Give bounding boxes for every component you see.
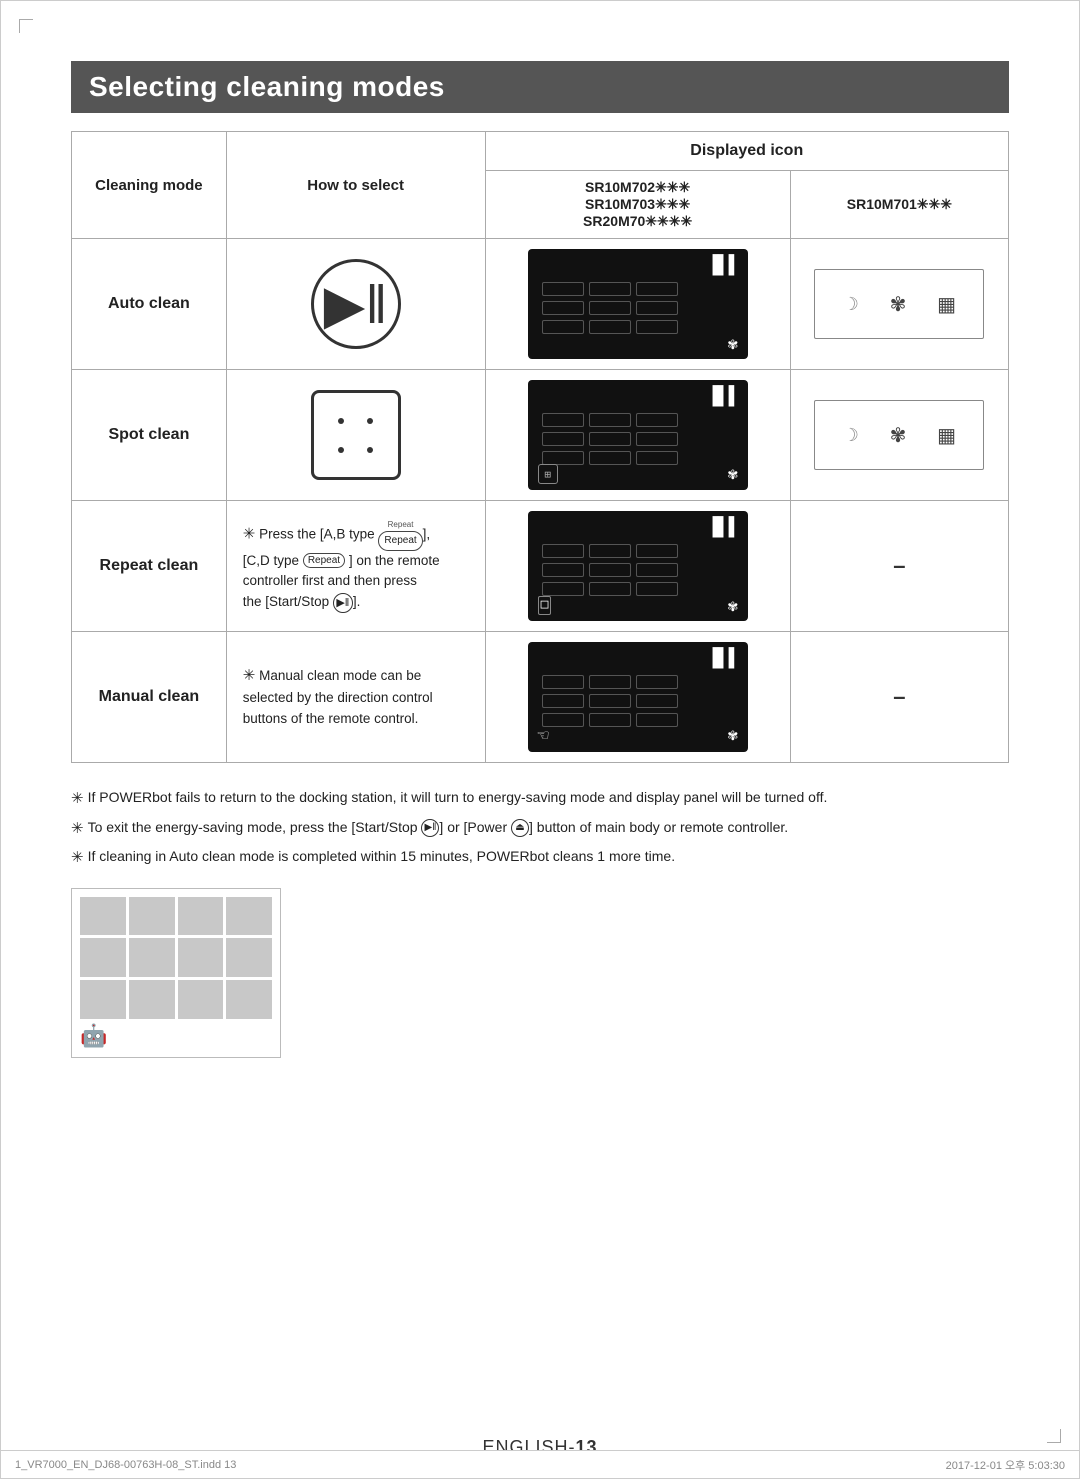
table-row-manual-clean: Manual clean ✳ Manual clean mode can be … (72, 632, 1009, 763)
table-row-spot-clean: Spot clean ▐▌▌ (72, 370, 1009, 501)
header-how-to-select: How to select (226, 132, 485, 239)
mode-manual-clean: Manual clean (72, 632, 227, 763)
lcd-spot-bottom-icon: ⊞ (538, 464, 558, 484)
mode-repeat-clean: Repeat clean (72, 501, 227, 632)
display-manual-702: ▐▌▌ (485, 632, 790, 763)
header-cleaning-mode: Cleaning mode (72, 132, 227, 239)
grid-cells (80, 897, 272, 1019)
play-pause-icon: ▶‖ (311, 259, 401, 349)
corner-mark-tl (19, 19, 33, 33)
mode-label-spot: Spot clean (108, 426, 189, 443)
how-manual-clean: ✳ Manual clean mode can be selected by t… (226, 632, 485, 763)
sr701-display-spot: ☽ ✾ ▦ (814, 400, 984, 470)
lcd-battery-icon: ▐▌▌ (707, 255, 740, 276)
mode-auto-clean: Auto clean (72, 239, 227, 370)
note-start-stop-icon: ▶‖ (421, 819, 439, 837)
start-stop-icon-repeat: ▶‖ (333, 593, 353, 613)
sr701-book-spot: ▦ (937, 423, 956, 448)
display-spot-702: ▐▌▌ (485, 370, 790, 501)
grid-robot-row: 🤖 (80, 1023, 272, 1049)
how-repeat-clean: ✳ Press the [A,B type Repeat Repeat ], [… (226, 501, 485, 632)
note-asterisk-1: ✳ (71, 788, 84, 811)
lcd-line-1 (542, 282, 678, 296)
lcd-lines-spot (542, 413, 678, 465)
note-text-2: To exit the energy-saving mode, press th… (88, 817, 1009, 841)
display-repeat-701: – (790, 501, 1008, 632)
note-asterisk-2: ✳ (71, 818, 84, 841)
mode-label-auto: Auto clean (108, 295, 190, 312)
lcd-lines-repeat (542, 544, 678, 596)
table-row-auto-clean: Auto clean ▶‖ ▐▌▌ (72, 239, 1009, 370)
bottom-bar-left: 1_VR7000_EN_DJ68-00763H-08_ST.indd 13 (15, 1459, 236, 1471)
sr701-moon-icon: ☽ (843, 294, 859, 315)
lcd-battery-spot: ▐▌▌ (707, 386, 740, 407)
display-spot-701: ☽ ✾ ▦ (790, 370, 1008, 501)
lcd-bottom-icons-repeat: □ ✾ (528, 596, 748, 615)
lcd-fan-icon: ✾ (728, 334, 738, 353)
display-repeat-702: ▐▌▌ (485, 501, 790, 632)
display-auto-701: ☽ ✾ ▦ (790, 239, 1008, 370)
note-power-icon: ⏏ (511, 819, 529, 837)
lcd-line-3 (542, 320, 678, 334)
lcd-display-spot-702: ▐▌▌ (528, 380, 748, 490)
lcd-battery-repeat: ▐▌▌ (707, 517, 740, 538)
note-line-1: ✳ If POWERbot fails to return to the doc… (71, 787, 1009, 811)
lcd-fan-repeat: ✾ (728, 596, 738, 615)
note-text-3: If cleaning in Auto clean mode is comple… (88, 846, 1009, 870)
lcd-bottom-icons-spot: ⊞ ✾ (528, 464, 748, 484)
display-auto-702: ▐▌▌ (485, 239, 790, 370)
how-spot-clean (226, 370, 485, 501)
notes-section: ✳ If POWERbot fails to return to the doc… (71, 787, 1009, 870)
mode-spot-clean: Spot clean (72, 370, 227, 501)
lcd-lines-manual (542, 675, 678, 727)
lcd-lines (542, 282, 678, 334)
page-wrapper: Selecting cleaning modes Cleaning mode H… (0, 0, 1080, 1479)
robot-icon: 🤖 (80, 1023, 107, 1049)
grid-image-container: 🤖 (71, 888, 1009, 1058)
bottom-bar: 1_VR7000_EN_DJ68-00763H-08_ST.indd 13 20… (1, 1450, 1079, 1478)
lcd-hand-icon: ☜ (538, 725, 549, 746)
header-displayed-icon: Displayed icon (485, 132, 1008, 171)
sr701-fan-spot: ✾ (890, 423, 907, 448)
how-text-repeat: ✳ Press the [A,B type Repeat Repeat ], [… (239, 513, 473, 620)
bottom-bar-right: 2017-12-01 오후 5:03:30 (946, 1457, 1065, 1473)
sr701-moon-spot: ☽ (843, 425, 859, 446)
note-text-1: If POWERbot fails to return to the docki… (88, 787, 1009, 811)
lcd-display-repeat-702: ▐▌▌ (528, 511, 748, 621)
lcd-display-auto-702: ▐▌▌ (528, 249, 748, 359)
note-line-3: ✳ If cleaning in Auto clean mode is comp… (71, 846, 1009, 870)
mode-label-repeat: Repeat clean (100, 557, 199, 574)
display-manual-701: – (790, 632, 1008, 763)
page-title: Selecting cleaning modes (71, 61, 1009, 113)
sr701-display-auto: ☽ ✾ ▦ (814, 269, 984, 339)
lcd-repeat-bottom-icon: □ (538, 596, 552, 615)
lcd-battery-manual: ▐▌▌ (707, 648, 740, 669)
how-auto-clean: ▶‖ (226, 239, 485, 370)
lcd-line-2 (542, 301, 678, 315)
lcd-fan-spot: ✾ (728, 464, 738, 484)
table-row-repeat-clean: Repeat clean ✳ Press the [A,B type Repea… (72, 501, 1009, 632)
note-asterisk-3: ✳ (71, 847, 84, 870)
mode-label-manual: Manual clean (99, 688, 199, 705)
lcd-bottom-icons-auto: ✾ (528, 334, 748, 353)
sr701-fan-icon: ✾ (890, 292, 907, 317)
spot-grid (331, 410, 381, 460)
cleaning-modes-table: Cleaning mode How to select Displayed ic… (71, 131, 1009, 763)
how-text-manual: ✳ Manual clean mode can be selected by t… (239, 658, 473, 735)
lcd-display-manual-702: ▐▌▌ (528, 642, 748, 752)
sr701-book-icon: ▦ (937, 292, 956, 317)
header-sr702-703: SR10M702✳✳✳ SR10M703✳✳✳ SR20M70✳✳✳✳ (485, 171, 790, 239)
lcd-fan-manual: ✾ (728, 725, 738, 746)
header-sr701: SR10M701✳✳✳ (790, 171, 1008, 239)
lcd-bottom-icons-manual: ☜ ✾ (528, 725, 748, 746)
note-line-2: ✳ To exit the energy-saving mode, press … (71, 817, 1009, 841)
grid-image: 🤖 (71, 888, 281, 1058)
spot-outer-icon (311, 390, 401, 480)
